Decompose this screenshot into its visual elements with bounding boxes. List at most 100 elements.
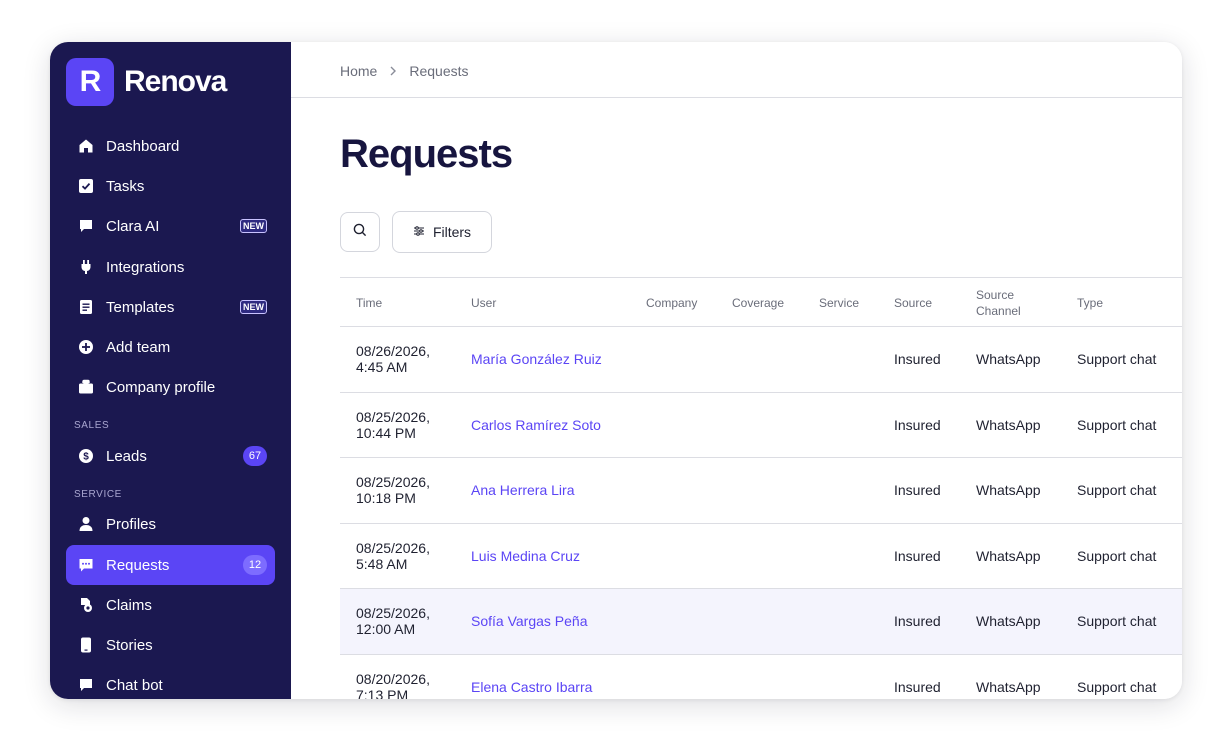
briefcase-icon xyxy=(78,379,94,395)
column-header-source-channel[interactable]: Source Channel xyxy=(976,287,1021,319)
sidebar-item-label: Clara AI xyxy=(106,217,160,235)
source-cell: Insured xyxy=(894,613,941,629)
table-row[interactable]: 08/25/2026, 10:18 PM Ana Herrera Lira Ins… xyxy=(340,458,1182,524)
channel-cell: WhatsApp xyxy=(976,547,1041,564)
date-text: 08/20/2026, xyxy=(356,670,430,687)
user-link[interactable]: Luis Medina Cruz xyxy=(471,548,580,564)
section-label-service: SERVICE xyxy=(74,489,122,500)
channel-cell: WhatsApp xyxy=(976,678,1041,695)
channel-cell: WhatsApp xyxy=(976,482,1041,498)
time-cell: 08/26/2026, 4:45 AM xyxy=(356,343,456,375)
channel-cell: WhatsApp xyxy=(976,416,1041,433)
sidebar-item-label: Templates xyxy=(106,298,175,316)
brand-name: Renova xyxy=(124,65,227,98)
column-header-service[interactable]: Service xyxy=(819,295,859,311)
breadcrumb-home[interactable]: Home xyxy=(340,63,377,79)
date-text: 08/25/2026, xyxy=(356,605,430,621)
breadcrumb-current: Requests xyxy=(409,63,469,79)
column-header-company[interactable]: Company xyxy=(646,295,697,311)
svg-text:$: $ xyxy=(83,452,89,463)
sidebar-item-label: Chat bot xyxy=(106,676,163,694)
user-link[interactable]: María González Ruiz xyxy=(471,351,602,367)
clock-text: 4:45 AM xyxy=(356,359,408,375)
sidebar: R Renova Dashboard Tasks Clara AI NEW In… xyxy=(50,42,291,699)
sidebar-item-dashboard[interactable]: Dashboard xyxy=(66,126,275,166)
sidebar-item-chat-bot[interactable]: Chat bot xyxy=(66,665,275,699)
column-header-time[interactable]: Time xyxy=(356,295,382,311)
table-row[interactable]: 08/25/2026, 10:44 PM Carlos Ramírez Soto … xyxy=(340,393,1182,458)
sidebar-item-stories[interactable]: Stories xyxy=(66,625,275,665)
source-cell: Insured xyxy=(894,416,941,433)
chevron-right-icon xyxy=(389,66,397,76)
type-cell: Support chat xyxy=(1077,547,1157,564)
chat-bubble-icon xyxy=(78,218,94,234)
channel-cell: WhatsApp xyxy=(976,613,1041,629)
time-cell: 08/25/2026, 10:44 PM xyxy=(356,409,456,441)
time-cell: 08/25/2026, 10:18 PM xyxy=(356,474,456,506)
plus-circle-icon xyxy=(78,339,94,355)
count-badge: 12 xyxy=(243,555,267,575)
sidebar-item-label: Profiles xyxy=(106,515,157,533)
type-cell: Support chat xyxy=(1077,678,1157,695)
clock-text: 5:48 AM xyxy=(356,555,408,572)
table-row[interactable]: 08/25/2026, 5:48 AM Luis Medina Cruz Insu… xyxy=(340,524,1182,589)
sidebar-item-integrations[interactable]: Integrations xyxy=(66,247,275,287)
sidebar-item-company-profile[interactable]: Company profile xyxy=(66,367,275,407)
sidebar-item-profiles[interactable]: Profiles xyxy=(66,504,275,544)
sidebar-item-clara-ai[interactable]: Clara AI NEW xyxy=(66,206,275,246)
type-cell: Support chat xyxy=(1077,351,1157,367)
page-title: Requests xyxy=(340,132,513,176)
column-header-coverage[interactable]: Coverage xyxy=(732,295,784,311)
source-cell: Insured xyxy=(894,482,941,498)
sidebar-item-label: Integrations xyxy=(106,258,185,276)
top-bar: Home Requests xyxy=(291,42,1182,98)
sliders-icon xyxy=(413,223,425,241)
clock-text: 7:13 PM xyxy=(356,686,409,700)
message-dots-icon xyxy=(78,557,94,573)
clock-text: 12:00 AM xyxy=(356,621,416,637)
sidebar-item-requests[interactable]: Requests 12 xyxy=(66,545,275,585)
clock-text: 10:18 PM xyxy=(356,490,416,506)
type-cell: Support chat xyxy=(1077,482,1157,498)
date-text: 08/25/2026, xyxy=(356,539,430,556)
sidebar-item-templates[interactable]: Templates NEW xyxy=(66,287,275,327)
source-cell: Insured xyxy=(894,678,941,695)
user-link[interactable]: Ana Herrera Lira xyxy=(471,482,575,498)
section-label-sales: SALES xyxy=(74,420,110,431)
phone-icon xyxy=(78,637,94,653)
sidebar-item-leads[interactable]: $ Leads 67 xyxy=(66,436,275,476)
user-icon xyxy=(78,516,94,532)
checkbox-icon xyxy=(78,178,94,194)
requests-table: Time User Company Coverage Service Sourc… xyxy=(340,277,1182,699)
sidebar-item-add-team[interactable]: Add team xyxy=(66,327,275,367)
table-row-hovered[interactable]: 08/25/2026, 12:00 AM Sofía Vargas Peña In… xyxy=(340,589,1182,655)
user-link[interactable]: Sofía Vargas Peña xyxy=(471,613,587,629)
channel-cell: WhatsApp xyxy=(976,351,1041,367)
sidebar-item-claims[interactable]: Claims xyxy=(66,585,275,625)
user-link[interactable]: Elena Castro Ibarra xyxy=(471,679,592,695)
sidebar-item-label: Leads xyxy=(106,447,147,465)
search-icon xyxy=(353,223,367,242)
table-header: Time User Company Coverage Service Sourc… xyxy=(340,278,1182,327)
column-header-type[interactable]: Type xyxy=(1077,295,1103,311)
table-row[interactable]: 08/26/2026, 4:45 AM María González Ruiz I… xyxy=(340,327,1182,393)
time-cell: 08/25/2026, 5:48 AM xyxy=(356,540,456,572)
type-cell: Support chat xyxy=(1077,416,1157,433)
sidebar-item-label: Tasks xyxy=(106,177,145,195)
sidebar-item-tasks[interactable]: Tasks xyxy=(66,166,275,206)
search-button[interactable] xyxy=(340,212,380,252)
user-link[interactable]: Carlos Ramírez Soto xyxy=(471,417,601,433)
dollar-coin-icon: $ xyxy=(78,448,94,464)
brand[interactable]: R Renova xyxy=(66,58,227,106)
sidebar-item-label: Company profile xyxy=(106,378,216,396)
plug-icon xyxy=(78,259,94,275)
column-header-source[interactable]: Source xyxy=(894,295,932,311)
sidebar-item-label: Requests xyxy=(106,556,170,574)
column-header-user[interactable]: User xyxy=(471,295,496,311)
chat-bubble-icon xyxy=(78,677,94,693)
sidebar-item-label: Add team xyxy=(106,338,171,356)
new-badge: NEW xyxy=(240,219,267,233)
filters-button[interactable]: Filters xyxy=(392,211,492,253)
date-text: 08/26/2026, xyxy=(356,343,430,359)
table-row[interactable]: 08/20/2026, 7:13 PM Elena Castro Ibarra I… xyxy=(340,655,1182,700)
